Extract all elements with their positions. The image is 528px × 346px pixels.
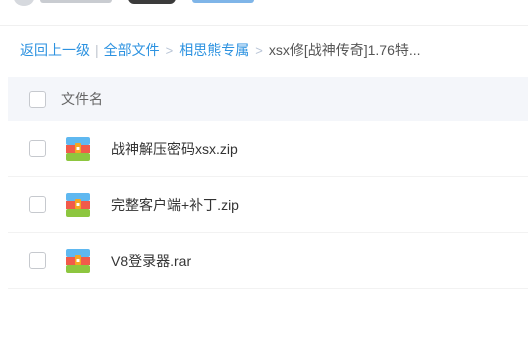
file-row[interactable]: 战神解压密码xsx.zip [8,121,528,177]
file-name[interactable]: V8登录器.rar [111,251,191,271]
file-row[interactable]: V8登录器.rar [8,233,528,289]
folder-link[interactable]: 相思熊专属 [179,40,249,60]
all-files-link[interactable]: 全部文件 [104,40,160,60]
username [40,0,112,3]
top-link[interactable] [192,0,254,3]
file-name[interactable]: 完整客户端+补丁.zip [111,195,239,215]
file-row[interactable]: 完整客户端+补丁.zip [8,177,528,233]
breadcrumb-divider: | [95,42,99,58]
vip-badge [128,0,176,4]
archive-file-icon [66,192,90,217]
archive-file-icon [66,248,90,273]
top-bar [0,0,528,26]
back-link[interactable]: 返回上一级 [20,40,90,60]
chevron-right-icon: > [255,42,263,58]
row-checkbox[interactable] [29,196,46,213]
file-list-header: 文件名 [8,77,528,121]
breadcrumb: 返回上一级 | 全部文件 > 相思熊专属 > xsx修[战神传奇]1.76特..… [20,40,421,60]
name-column-header[interactable]: 文件名 [61,89,103,109]
row-checkbox[interactable] [29,252,46,269]
row-checkbox[interactable] [29,140,46,157]
chevron-right-icon: > [165,42,174,58]
avatar[interactable] [14,0,34,6]
current-folder: xsx修[战神传奇]1.76特... [268,42,421,58]
select-all-checkbox[interactable] [29,90,46,108]
archive-file-icon [66,136,90,161]
file-name[interactable]: 战神解压密码xsx.zip [111,139,238,159]
